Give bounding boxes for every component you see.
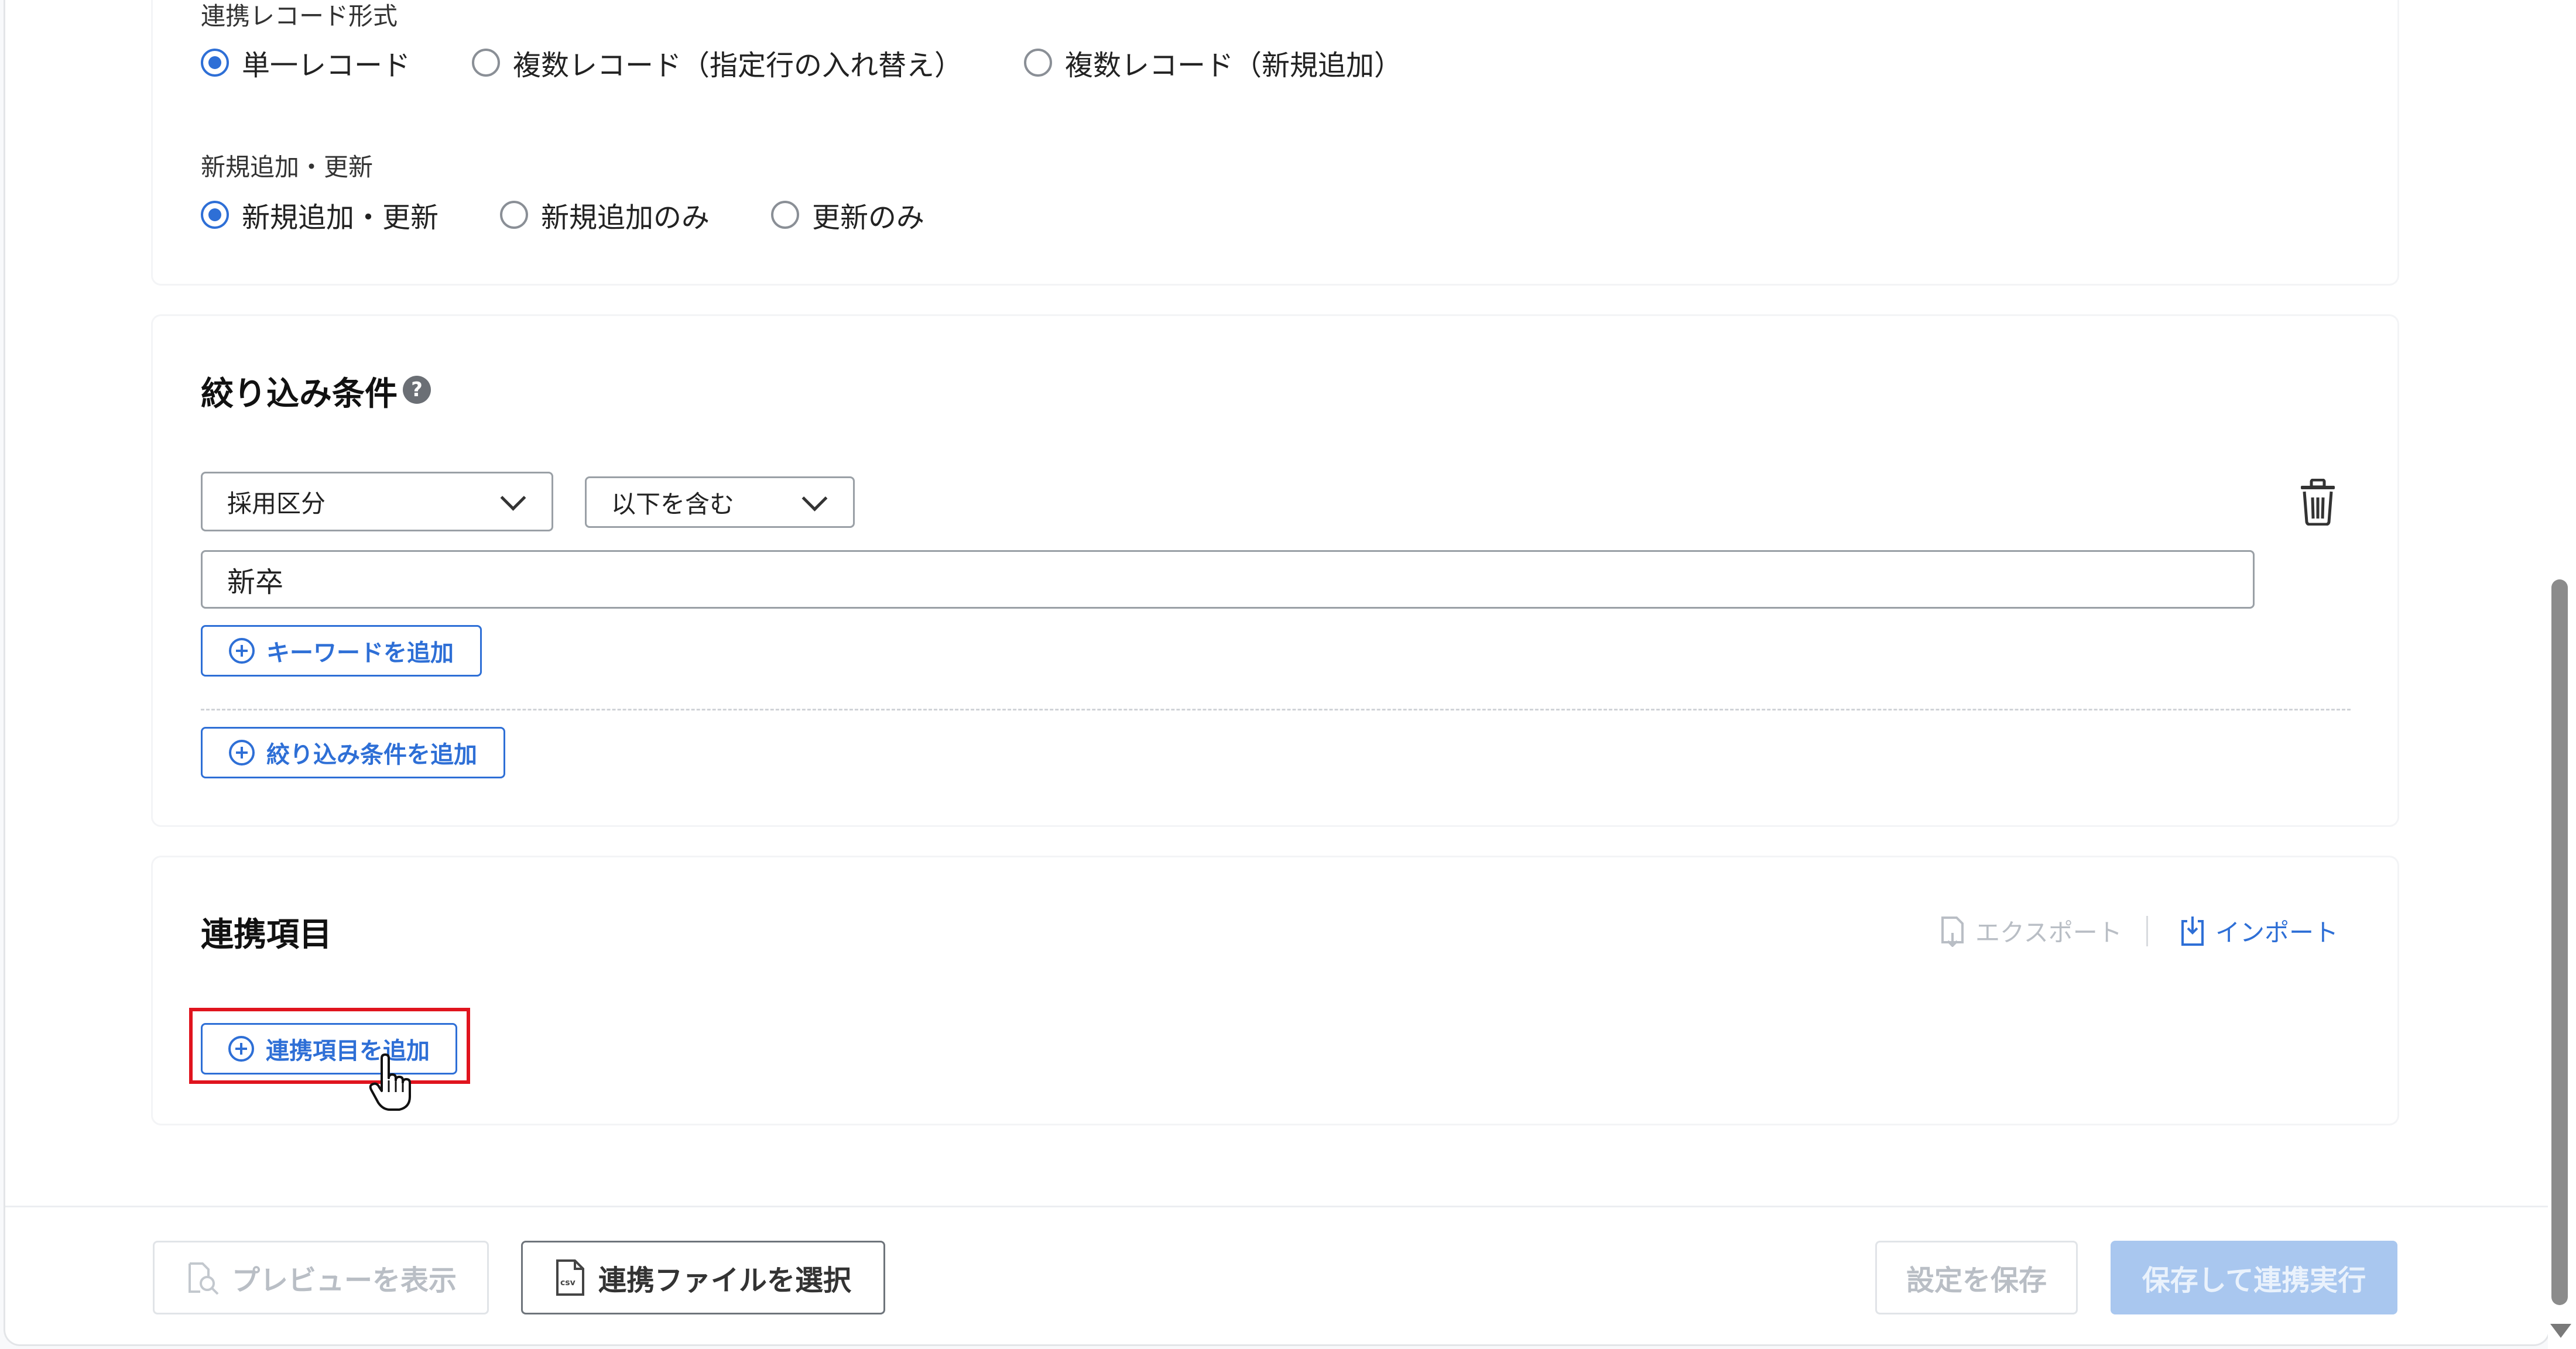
radio-unchecked-icon <box>500 201 529 229</box>
add-keyword-button[interactable]: キーワードを追加 <box>201 625 482 677</box>
preview-button[interactable]: プレビューを表示 <box>153 1241 489 1314</box>
filter-section-title: 絞り込み条件 <box>201 375 398 413</box>
chevron-down-icon <box>801 485 828 512</box>
radio-multi-record-add[interactable]: 複数レコード（新規追加） <box>1024 42 1402 83</box>
export-icon <box>1941 916 1964 947</box>
radio-unchecked-icon <box>1024 49 1053 77</box>
delete-condition-button[interactable] <box>2298 478 2337 526</box>
preview-search-icon <box>188 1262 219 1295</box>
import-button[interactable]: インポート <box>2179 913 2338 949</box>
footer-divider <box>5 1206 2548 1207</box>
action-separator <box>2146 916 2148 946</box>
scroll-down-arrow-icon[interactable] <box>2550 1324 2571 1338</box>
import-icon <box>2181 916 2204 946</box>
hand-cursor-icon <box>369 1053 411 1111</box>
filter-operator-select[interactable]: 以下を含む <box>585 476 855 528</box>
add-filter-condition-button[interactable]: 絞り込み条件を追加 <box>201 727 505 778</box>
record-format-radio-group: 単一レコード 複数レコード（指定行の入れ替え） 複数レコード（新規追加） <box>201 42 1402 83</box>
radio-update-only[interactable]: 更新のみ <box>771 194 924 235</box>
record-format-label: 連携レコード形式 <box>201 2 398 30</box>
linked-items-title: 連携項目 <box>201 916 332 954</box>
highlight-annotation <box>189 1008 470 1084</box>
radio-single-record[interactable]: 単一レコード <box>201 42 410 83</box>
filter-divider <box>201 709 2351 710</box>
upsert-mode-radio-group: 新規追加・更新 新規追加のみ 更新のみ <box>201 194 924 235</box>
svg-text:csv: csv <box>560 1278 576 1288</box>
radio-checked-icon <box>201 49 229 77</box>
trash-icon <box>2301 478 2335 526</box>
export-button[interactable]: エクスポート <box>1939 913 2122 949</box>
chevron-down-icon <box>500 485 526 511</box>
save-settings-button[interactable]: 設定を保存 <box>1875 1241 2078 1314</box>
radio-checked-icon <box>201 201 229 229</box>
radio-unchecked-icon <box>472 49 501 77</box>
plus-circle-icon <box>229 638 255 664</box>
keyword-input[interactable]: 新卒 <box>201 550 2255 609</box>
radio-add-and-update[interactable]: 新規追加・更新 <box>201 194 439 235</box>
select-linked-file-button[interactable]: csv 連携ファイルを選択 <box>521 1241 885 1314</box>
save-and-run-button[interactable]: 保存して連携実行 <box>2111 1241 2397 1314</box>
plus-circle-icon <box>229 740 255 766</box>
radio-unchecked-icon <box>771 201 800 229</box>
radio-add-only[interactable]: 新規追加のみ <box>500 194 710 235</box>
radio-multi-record-replace[interactable]: 複数レコード（指定行の入れ替え） <box>472 42 962 83</box>
csv-file-icon: csv <box>556 1259 584 1296</box>
filter-field-select[interactable]: 採用区分 <box>201 472 553 531</box>
scrollbar-thumb[interactable] <box>2551 579 2568 1305</box>
help-icon[interactable]: ? <box>403 376 431 404</box>
linked-items-card <box>153 857 2397 1124</box>
upsert-mode-label: 新規追加・更新 <box>201 153 374 181</box>
